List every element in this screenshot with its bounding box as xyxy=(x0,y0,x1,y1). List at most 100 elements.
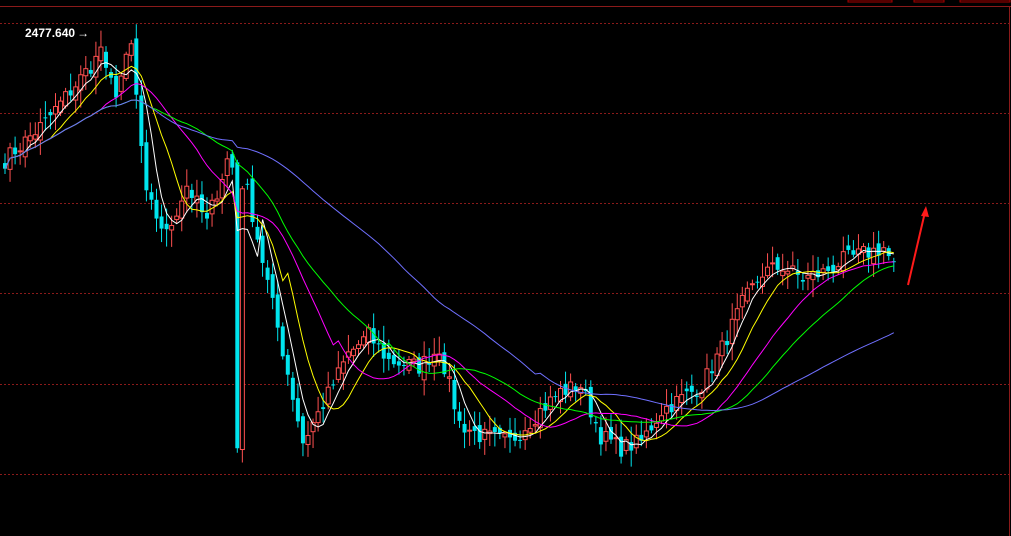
candle-down xyxy=(265,267,270,280)
candle-down xyxy=(134,38,139,95)
candle-down xyxy=(800,280,805,282)
candle-down xyxy=(391,355,396,365)
candle-down xyxy=(401,364,406,366)
candle-down xyxy=(245,183,250,185)
candle-up xyxy=(770,262,776,265)
candle-down xyxy=(230,154,235,168)
candle-up xyxy=(714,353,720,377)
candle-down xyxy=(250,178,255,223)
candle-down xyxy=(755,281,760,283)
candle-up xyxy=(224,158,230,177)
candle-down xyxy=(189,189,194,198)
candle-down xyxy=(104,51,108,68)
candle-up xyxy=(63,91,69,107)
candle-down xyxy=(775,257,780,270)
candle-up xyxy=(305,435,311,445)
candle-down xyxy=(396,361,401,366)
candle-up xyxy=(810,271,816,281)
candle-up xyxy=(653,422,659,428)
candle-down xyxy=(275,294,280,328)
candle-up xyxy=(527,428,533,433)
candle-down xyxy=(876,243,881,256)
candle-down xyxy=(300,416,305,444)
candle-up xyxy=(719,340,725,357)
candle-up xyxy=(214,198,220,202)
candle-up xyxy=(679,394,685,403)
candle-up xyxy=(174,215,180,221)
candle-up xyxy=(729,318,735,345)
candle-down xyxy=(452,379,457,410)
candle-down xyxy=(68,90,73,96)
candle-down xyxy=(563,383,568,395)
candle-up xyxy=(547,396,553,410)
candle-down xyxy=(457,411,462,421)
max-price-label: 2477.640 → xyxy=(25,26,89,40)
candle-up xyxy=(239,188,245,451)
candle-down xyxy=(321,407,326,410)
candle-down xyxy=(205,212,209,219)
candle-down xyxy=(164,223,169,230)
candle-up xyxy=(749,283,755,286)
candle-down xyxy=(593,422,598,424)
candle-down xyxy=(710,371,714,374)
candle-up xyxy=(128,43,134,56)
annotations: 2477.640 → xyxy=(25,26,929,286)
candle-down xyxy=(285,354,290,375)
candle-up xyxy=(734,308,740,321)
candle-down xyxy=(831,264,836,272)
candle-up xyxy=(780,270,786,277)
candle-down xyxy=(114,75,119,98)
candle-up xyxy=(765,266,771,277)
candle-up xyxy=(411,358,417,362)
candle-down xyxy=(689,385,694,392)
candle-up xyxy=(17,150,23,153)
candle-down xyxy=(159,216,164,229)
candle-down xyxy=(331,384,336,386)
candle-down xyxy=(376,343,381,345)
candle-up xyxy=(446,376,452,379)
candle-down xyxy=(725,341,730,346)
candle-down xyxy=(846,245,851,250)
candle-down xyxy=(154,199,159,219)
candle-up xyxy=(739,294,745,308)
candle-up xyxy=(482,428,488,440)
candle-up xyxy=(659,415,664,422)
candle-down xyxy=(386,352,391,359)
candle-down xyxy=(669,404,674,413)
grid-lines xyxy=(0,6,1011,536)
candle-up xyxy=(820,268,826,273)
candle-down xyxy=(13,147,18,155)
candle-up xyxy=(325,386,331,405)
candle-down xyxy=(477,425,482,443)
candlestick-chart: 2477.640 → xyxy=(0,0,1011,536)
candle-up xyxy=(169,225,175,231)
candle-down xyxy=(48,112,53,116)
candle-up xyxy=(53,106,58,115)
candle-down xyxy=(290,377,295,400)
candle-up xyxy=(467,429,473,432)
candle-up xyxy=(315,411,321,424)
candle-up xyxy=(83,68,89,77)
candle-down xyxy=(851,250,856,255)
candle-down xyxy=(270,274,275,298)
candle-down xyxy=(553,396,558,398)
candle-down xyxy=(826,266,831,271)
candle-down xyxy=(149,192,154,200)
candle-up xyxy=(350,348,356,357)
candle-up xyxy=(643,430,649,438)
candle-down xyxy=(280,326,285,357)
candle-down xyxy=(649,425,654,431)
candle-up xyxy=(744,287,750,302)
candle-down xyxy=(260,235,265,263)
candle-up xyxy=(785,270,791,275)
candle-up xyxy=(335,367,341,380)
candle-up xyxy=(532,424,538,427)
candle-up xyxy=(356,344,361,349)
candle-down xyxy=(144,142,149,191)
candle-down xyxy=(492,427,497,432)
candle-down xyxy=(295,398,300,422)
top-right-tabs xyxy=(847,0,1011,3)
candle-down xyxy=(255,226,260,240)
candle-up xyxy=(603,431,609,442)
candle-up xyxy=(22,136,28,158)
